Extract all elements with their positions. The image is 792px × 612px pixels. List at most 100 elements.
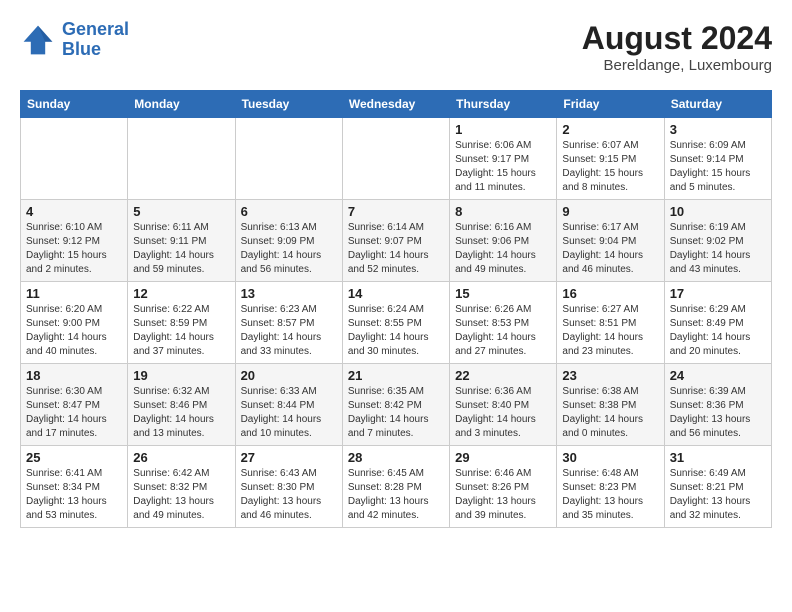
day-number: 10 (670, 204, 766, 219)
day-info: Sunrise: 6:35 AM Sunset: 8:42 PM Dayligh… (348, 385, 444, 441)
day-number: 14 (348, 286, 444, 301)
weekday-header: Tuesday (235, 91, 342, 118)
day-number: 12 (133, 286, 229, 301)
calendar-cell: 4 Sunrise: 6:10 AM Sunset: 9:12 PM Daylig… (21, 200, 128, 282)
day-number: 2 (562, 122, 658, 137)
calendar-cell: 15 Sunrise: 6:26 AM Sunset: 8:53 PM Dayli… (450, 282, 557, 364)
day-info: Sunrise: 6:23 AM Sunset: 8:57 PM Dayligh… (241, 303, 337, 359)
day-info: Sunrise: 6:07 AM Sunset: 9:15 PM Dayligh… (562, 139, 658, 195)
day-info: Sunrise: 6:41 AM Sunset: 8:34 PM Dayligh… (26, 467, 122, 523)
calendar-week-row: 4 Sunrise: 6:10 AM Sunset: 9:12 PM Daylig… (21, 200, 772, 282)
calendar-cell: 19 Sunrise: 6:32 AM Sunset: 8:46 PM Dayli… (128, 364, 235, 446)
day-number: 8 (455, 204, 551, 219)
day-number: 6 (241, 204, 337, 219)
day-number: 11 (26, 286, 122, 301)
day-number: 9 (562, 204, 658, 219)
day-info: Sunrise: 6:49 AM Sunset: 8:21 PM Dayligh… (670, 467, 766, 523)
day-info: Sunrise: 6:39 AM Sunset: 8:36 PM Dayligh… (670, 385, 766, 441)
day-info: Sunrise: 6:43 AM Sunset: 8:30 PM Dayligh… (241, 467, 337, 523)
calendar-week-row: 11 Sunrise: 6:20 AM Sunset: 9:00 PM Dayli… (21, 282, 772, 364)
day-number: 23 (562, 368, 658, 383)
day-info: Sunrise: 6:33 AM Sunset: 8:44 PM Dayligh… (241, 385, 337, 441)
calendar-cell: 3 Sunrise: 6:09 AM Sunset: 9:14 PM Daylig… (664, 118, 771, 200)
day-info: Sunrise: 6:30 AM Sunset: 8:47 PM Dayligh… (26, 385, 122, 441)
calendar-cell: 14 Sunrise: 6:24 AM Sunset: 8:55 PM Dayli… (342, 282, 449, 364)
calendar-cell: 25Sunrise: 6:41 AM Sunset: 8:34 PM Dayli… (21, 446, 128, 528)
calendar-cell (128, 118, 235, 200)
page-header: General Blue August 2024 Bereldange, Lux… (20, 20, 772, 74)
weekday-header: Monday (128, 91, 235, 118)
weekday-header: Thursday (450, 91, 557, 118)
calendar-cell: 6 Sunrise: 6:13 AM Sunset: 9:09 PM Daylig… (235, 200, 342, 282)
day-info: Sunrise: 6:24 AM Sunset: 8:55 PM Dayligh… (348, 303, 444, 359)
day-number: 1 (455, 122, 551, 137)
weekday-header: Saturday (664, 91, 771, 118)
day-info: Sunrise: 6:20 AM Sunset: 9:00 PM Dayligh… (26, 303, 122, 359)
calendar-cell: 2 Sunrise: 6:07 AM Sunset: 9:15 PM Daylig… (557, 118, 664, 200)
day-number: 20 (241, 368, 337, 383)
weekday-header: Wednesday (342, 91, 449, 118)
day-info: Sunrise: 6:13 AM Sunset: 9:09 PM Dayligh… (241, 221, 337, 277)
calendar-cell: 9 Sunrise: 6:17 AM Sunset: 9:04 PM Daylig… (557, 200, 664, 282)
weekday-header: Friday (557, 91, 664, 118)
calendar-cell: 7Sunrise: 6:14 AM Sunset: 9:07 PM Daylig… (342, 200, 449, 282)
day-info: Sunrise: 6:22 AM Sunset: 8:59 PM Dayligh… (133, 303, 229, 359)
day-number: 4 (26, 204, 122, 219)
calendar-cell: 31 Sunrise: 6:49 AM Sunset: 8:21 PM Dayli… (664, 446, 771, 528)
day-info: Sunrise: 6:36 AM Sunset: 8:40 PM Dayligh… (455, 385, 551, 441)
day-info: Sunrise: 6:17 AM Sunset: 9:04 PM Dayligh… (562, 221, 658, 277)
calendar-cell: 28Sunrise: 6:45 AM Sunset: 8:28 PM Dayli… (342, 446, 449, 528)
weekday-header-row: SundayMondayTuesdayWednesdayThursdayFrid… (21, 91, 772, 118)
calendar-cell: 24 Sunrise: 6:39 AM Sunset: 8:36 PM Dayli… (664, 364, 771, 446)
day-number: 26 (133, 450, 229, 465)
day-number: 3 (670, 122, 766, 137)
logo-icon (20, 22, 56, 58)
day-number: 21 (348, 368, 444, 383)
day-number: 30 (562, 450, 658, 465)
day-info: Sunrise: 6:16 AM Sunset: 9:06 PM Dayligh… (455, 221, 551, 277)
day-number: 13 (241, 286, 337, 301)
day-info: Sunrise: 6:32 AM Sunset: 8:46 PM Dayligh… (133, 385, 229, 441)
day-info: Sunrise: 6:42 AM Sunset: 8:32 PM Dayligh… (133, 467, 229, 523)
day-number: 19 (133, 368, 229, 383)
day-number: 31 (670, 450, 766, 465)
calendar-cell: 5Sunrise: 6:11 AM Sunset: 9:11 PM Daylig… (128, 200, 235, 282)
calendar-table: SundayMondayTuesdayWednesdayThursdayFrid… (20, 90, 772, 528)
day-info: Sunrise: 6:46 AM Sunset: 8:26 PM Dayligh… (455, 467, 551, 523)
day-number: 29 (455, 450, 551, 465)
calendar-cell (342, 118, 449, 200)
day-number: 15 (455, 286, 551, 301)
calendar-cell (21, 118, 128, 200)
day-number: 27 (241, 450, 337, 465)
calendar-cell: 23Sunrise: 6:38 AM Sunset: 8:38 PM Dayli… (557, 364, 664, 446)
calendar-cell: 16 Sunrise: 6:27 AM Sunset: 8:51 PM Dayli… (557, 282, 664, 364)
calendar-cell: 8 Sunrise: 6:16 AM Sunset: 9:06 PM Daylig… (450, 200, 557, 282)
day-info: Sunrise: 6:09 AM Sunset: 9:14 PM Dayligh… (670, 139, 766, 195)
day-info: Sunrise: 6:10 AM Sunset: 9:12 PM Dayligh… (26, 221, 122, 277)
day-number: 18 (26, 368, 122, 383)
calendar-cell: 30Sunrise: 6:48 AM Sunset: 8:23 PM Dayli… (557, 446, 664, 528)
calendar-cell: 21 Sunrise: 6:35 AM Sunset: 8:42 PM Dayli… (342, 364, 449, 446)
day-info: Sunrise: 6:27 AM Sunset: 8:51 PM Dayligh… (562, 303, 658, 359)
day-number: 17 (670, 286, 766, 301)
day-info: Sunrise: 6:26 AM Sunset: 8:53 PM Dayligh… (455, 303, 551, 359)
calendar-cell: 18 Sunrise: 6:30 AM Sunset: 8:47 PM Dayli… (21, 364, 128, 446)
day-number: 22 (455, 368, 551, 383)
calendar-cell: 11 Sunrise: 6:20 AM Sunset: 9:00 PM Dayli… (21, 282, 128, 364)
calendar-cell: 17Sunrise: 6:29 AM Sunset: 8:49 PM Dayli… (664, 282, 771, 364)
day-number: 16 (562, 286, 658, 301)
calendar-cell: 22 Sunrise: 6:36 AM Sunset: 8:40 PM Dayli… (450, 364, 557, 446)
logo-text: General Blue (62, 20, 129, 60)
calendar-body: 1 Sunrise: 6:06 AM Sunset: 9:17 PM Daylig… (21, 118, 772, 528)
calendar-cell: 20 Sunrise: 6:33 AM Sunset: 8:44 PM Dayli… (235, 364, 342, 446)
weekday-header: Sunday (21, 91, 128, 118)
title-block: August 2024 Bereldange, Luxembourg (582, 20, 772, 74)
calendar-cell: 29 Sunrise: 6:46 AM Sunset: 8:26 PM Dayli… (450, 446, 557, 528)
day-info: Sunrise: 6:19 AM Sunset: 9:02 PM Dayligh… (670, 221, 766, 277)
location: Bereldange, Luxembourg (582, 57, 772, 74)
day-info: Sunrise: 6:06 AM Sunset: 9:17 PM Dayligh… (455, 139, 551, 195)
day-info: Sunrise: 6:45 AM Sunset: 8:28 PM Dayligh… (348, 467, 444, 523)
day-number: 24 (670, 368, 766, 383)
calendar-cell: 26 Sunrise: 6:42 AM Sunset: 8:32 PM Dayli… (128, 446, 235, 528)
logo: General Blue (20, 20, 129, 60)
